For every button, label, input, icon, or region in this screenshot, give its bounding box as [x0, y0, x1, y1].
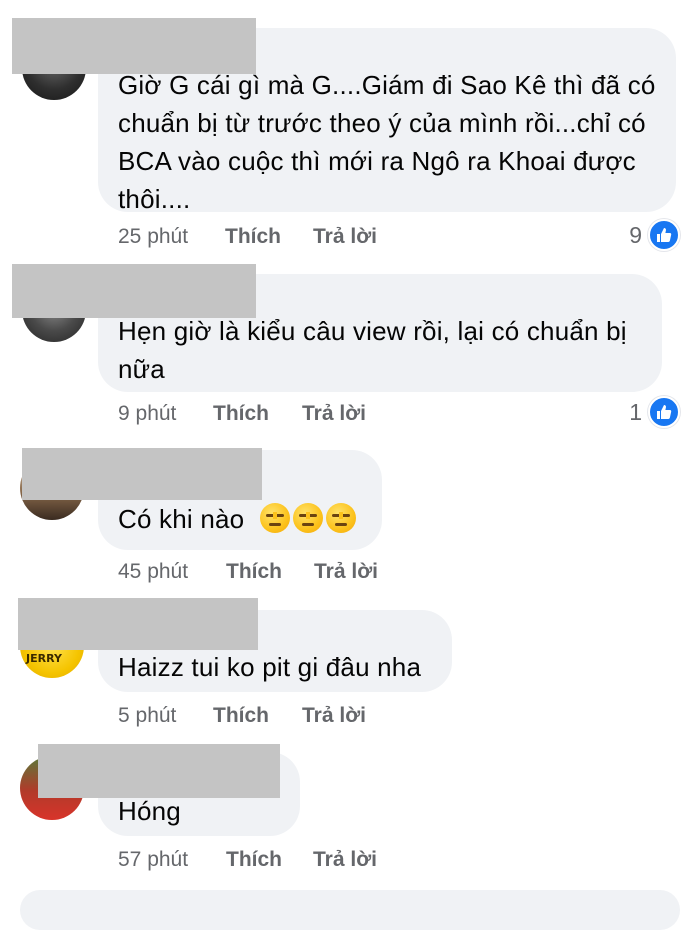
reply-button[interactable]: Trả lời	[313, 222, 377, 252]
reply-button[interactable]: Trả lời	[302, 399, 366, 429]
next-comment-bubble	[20, 890, 680, 930]
like-button[interactable]: Thích	[226, 557, 282, 587]
comment-timestamp: 45 phút	[118, 560, 189, 583]
comment-timestamp: 25 phút	[118, 225, 189, 248]
expressionless-face-emoji	[325, 503, 356, 533]
like-button[interactable]: Thích	[213, 701, 269, 731]
comment-text: Giờ G cái gì mà G....Giám đi Sao Kê thì …	[118, 70, 656, 214]
comment-timestamp: 5 phút	[118, 704, 177, 727]
redacted-username	[22, 448, 262, 500]
reaction-summary[interactable]: 9	[629, 219, 680, 251]
comment-actions: 45 phút Thích Trả lời	[118, 557, 418, 587]
reaction-count: 9	[629, 221, 642, 248]
comment-actions: 25 phút Thích Trả lời	[118, 222, 418, 252]
like-button[interactable]: Thích	[226, 845, 282, 875]
expressionless-face-emoji	[259, 503, 290, 533]
avatar-badge-text: JERRY	[26, 652, 62, 665]
comment-actions: 57 phút Thích Trả lời	[118, 845, 418, 875]
comment-actions: 5 phút Thích Trả lời	[118, 701, 418, 731]
thumbs-up-icon	[648, 219, 680, 251]
redacted-username	[18, 598, 258, 650]
reply-button[interactable]: Trả lời	[314, 557, 378, 587]
thumbs-up-icon	[648, 396, 680, 428]
like-button[interactable]: Thích	[225, 222, 281, 252]
comment-actions: 9 phút Thích Trả lời	[118, 399, 418, 429]
comment-text-row: Có khi nào	[118, 500, 366, 538]
redacted-username	[12, 18, 256, 74]
reply-button[interactable]: Trả lời	[313, 845, 377, 875]
comment-timestamp: 9 phút	[118, 402, 177, 425]
reaction-summary[interactable]: 1	[629, 396, 680, 428]
comment-text: Có khi nào	[118, 504, 245, 534]
comment-timestamp: 57 phút	[118, 848, 189, 871]
comment-text: Hẹn giờ là kiểu câu view rồi, lại có chu…	[118, 316, 627, 384]
like-button[interactable]: Thích	[213, 399, 269, 429]
reply-button[interactable]: Trả lời	[302, 701, 366, 731]
comment-text: Haizz tui ko pit gi đâu nha	[118, 652, 422, 682]
expressionless-face-emoji	[292, 503, 323, 533]
redacted-username	[12, 264, 256, 318]
reaction-count: 1	[629, 398, 642, 425]
redacted-username	[38, 744, 280, 798]
